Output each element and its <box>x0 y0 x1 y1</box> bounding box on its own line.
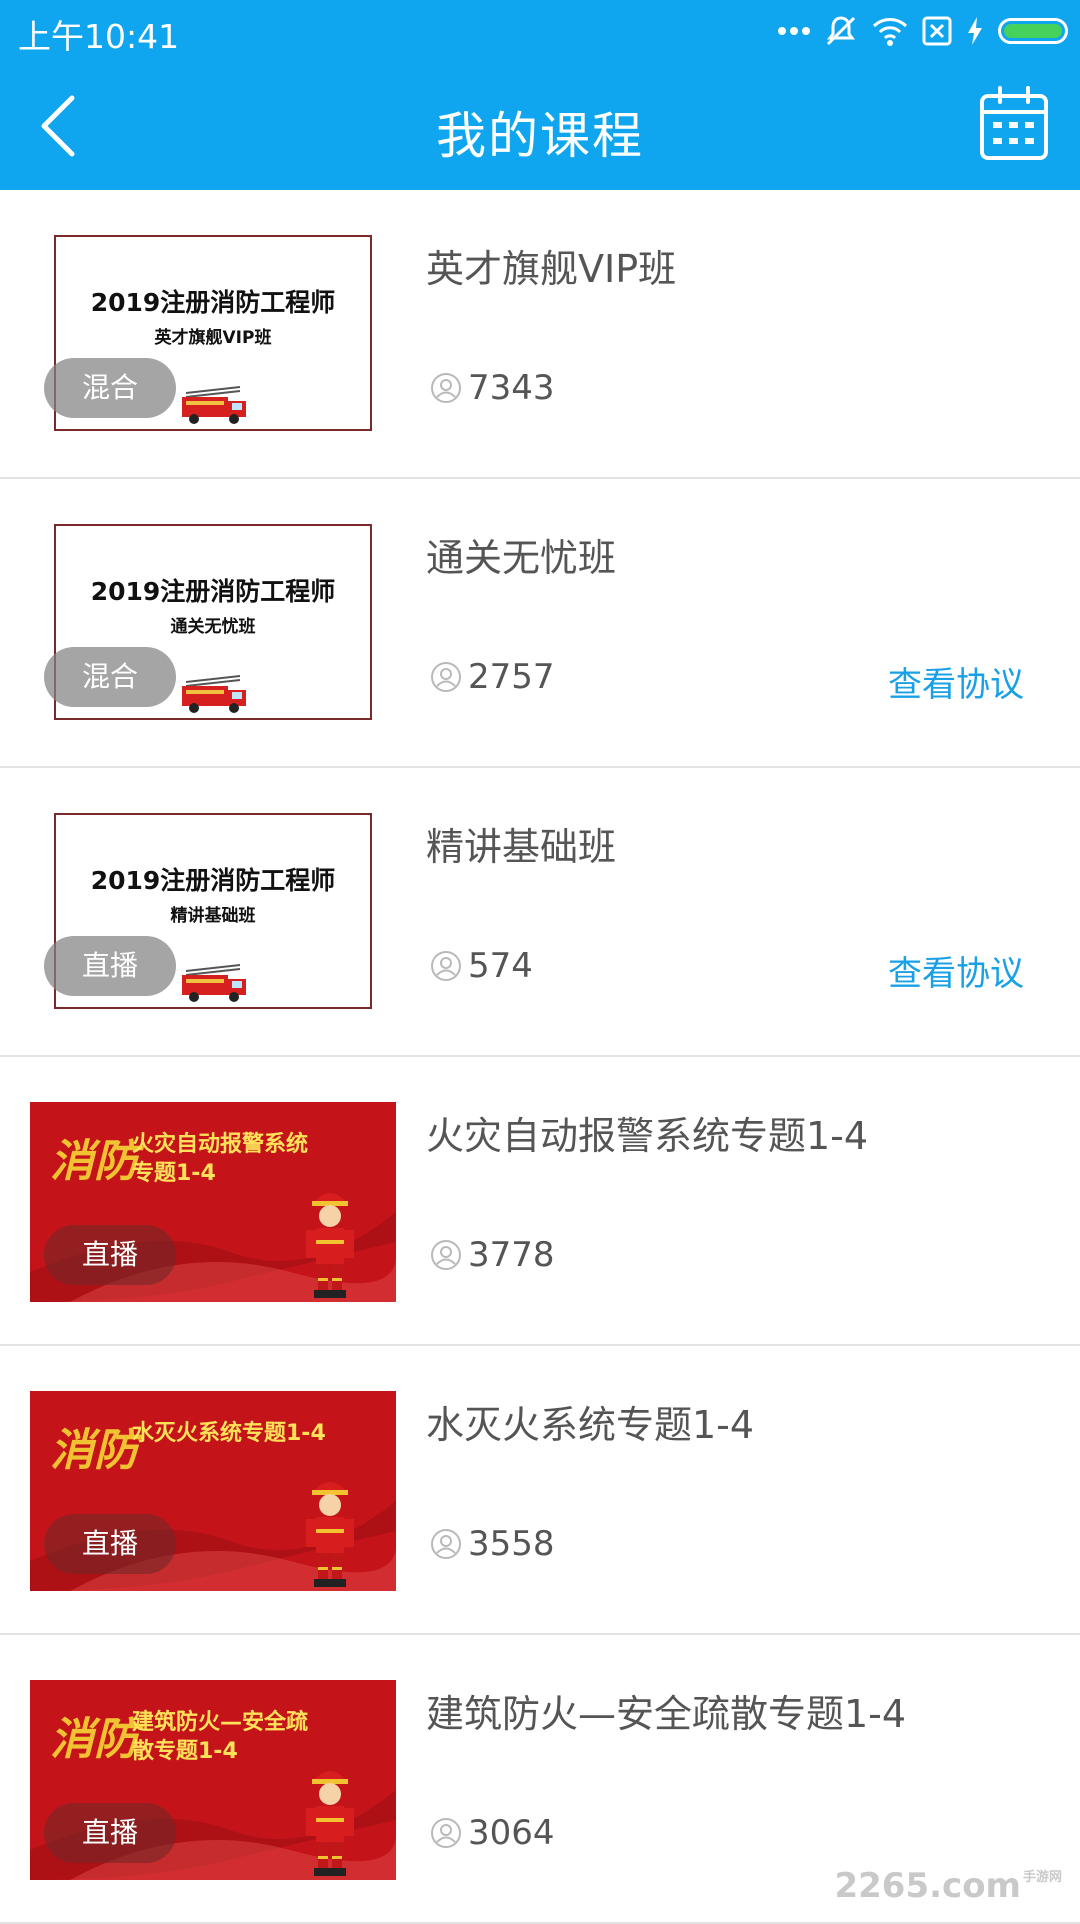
watermark-logo: 2265.com 手游网 <box>834 1866 1062 1906</box>
course-type-badge: 直播 <box>44 1514 176 1574</box>
firefighter-icon <box>306 1482 354 1587</box>
course-thumbnail: 消防 水灭火系统专题1-4 直播 <box>30 1391 396 1591</box>
status-time: 上午10:41 <box>18 17 180 56</box>
thumbnail-title: 建筑防火—安全疏 散专题1-4 <box>132 1710 309 1764</box>
learners-icon <box>431 373 461 403</box>
learner-count: 2757 <box>430 657 555 697</box>
fire-truck-icon <box>182 675 246 713</box>
status-icons <box>778 12 1068 50</box>
learner-count-value: 3558 <box>468 1524 555 1564</box>
course-list: 2019注册消防工程师 英才旗舰VIP班 混合 英才旗舰VIP班 7343 2019注册消… <box>0 190 1080 1924</box>
thumbnail-title: 2019注册消防工程师 <box>90 577 336 606</box>
mute-icon <box>824 14 858 48</box>
fire-truck-icon <box>182 386 246 424</box>
learner-count: 3778 <box>430 1235 555 1275</box>
page-title: 我的课程 <box>436 107 644 165</box>
course-type-badge: 直播 <box>44 936 176 996</box>
course-item[interactable]: 2019注册消防工程师 精讲基础班 直播 精讲基础班 574 查看协议 <box>0 768 1080 1057</box>
course-type-badge: 混合 <box>44 358 176 418</box>
learner-count: 3064 <box>430 1813 555 1853</box>
learner-count-value: 3064 <box>468 1813 555 1853</box>
charging-icon <box>966 16 984 46</box>
learners-icon <box>431 1529 461 1559</box>
learner-count: 3558 <box>430 1524 555 1564</box>
course-item[interactable]: 2019注册消防工程师 英才旗舰VIP班 混合 英才旗舰VIP班 7343 <box>0 190 1080 479</box>
course-item[interactable]: 消防 火灾自动报警系统 专题1-4 直播 火灾自动报警系统专题1-4 3778 <box>0 1057 1080 1346</box>
learner-count-value: 574 <box>468 946 533 986</box>
more-dots-icon <box>778 26 810 36</box>
thumbnail-title: 水灭火系统专题1-4 <box>132 1421 326 1446</box>
calendar-button[interactable] <box>978 86 1050 162</box>
view-agreement-link[interactable]: 查看协议 <box>888 657 1024 706</box>
learners-icon <box>431 662 461 692</box>
course-title: 建筑防火—安全疏散专题1-4 <box>426 1692 907 1736</box>
battery-icon <box>998 18 1068 44</box>
thumbnail-calligraphy: 消防 <box>50 1425 138 1476</box>
course-title: 通关无忧班 <box>426 536 617 580</box>
calendar-icon <box>980 86 1048 160</box>
thumbnail-subtitle: 通关无忧班 <box>170 617 256 637</box>
course-title: 英才旗舰VIP班 <box>426 247 677 291</box>
learner-count: 7343 <box>430 368 555 408</box>
thumbnail-calligraphy: 消防 <box>50 1714 138 1765</box>
learner-count-value: 7343 <box>468 368 555 408</box>
thumbnail-title: 2019注册消防工程师 <box>90 866 336 895</box>
learner-count-value: 2757 <box>468 657 555 697</box>
fire-truck-icon <box>182 964 246 1002</box>
firefighter-icon <box>306 1771 354 1876</box>
course-title: 水灭火系统专题1-4 <box>426 1403 755 1447</box>
course-thumbnail: 消防 建筑防火—安全疏 散专题1-4 直播 <box>30 1680 396 1880</box>
wifi-icon <box>872 16 908 46</box>
course-title: 精讲基础班 <box>426 825 617 869</box>
learners-icon <box>431 1818 461 1848</box>
thumbnail-subtitle: 精讲基础班 <box>170 906 256 926</box>
course-type-badge: 直播 <box>44 1225 176 1285</box>
learner-count: 574 <box>430 946 533 986</box>
thumbnail-calligraphy: 消防 <box>50 1136 138 1187</box>
learner-count-value: 3778 <box>468 1235 555 1275</box>
thumbnail-subtitle: 英才旗舰VIP班 <box>154 328 272 348</box>
course-title: 火灾自动报警系统专题1-4 <box>426 1114 869 1158</box>
course-item[interactable]: 2019注册消防工程师 通关无忧班 混合 通关无忧班 2757 查看协议 <box>0 479 1080 768</box>
course-type-badge: 直播 <box>44 1803 176 1863</box>
course-thumbnail: 2019注册消防工程师精讲基础班直播 <box>30 813 396 1013</box>
learners-icon <box>431 1240 461 1270</box>
status-bar: 上午10:41 <box>0 0 1080 62</box>
firefighter-icon <box>306 1193 354 1298</box>
course-thumbnail: 消防 火灾自动报警系统 专题1-4 直播 <box>30 1102 396 1302</box>
course-item[interactable]: 消防 水灭火系统专题1-4 直播 水灭火系统专题1-4 3558 <box>0 1346 1080 1635</box>
course-thumbnail: 2019注册消防工程师通关无忧班混合 <box>30 524 396 724</box>
course-thumbnail: 2019注册消防工程师英才旗舰VIP班混合 <box>30 235 396 435</box>
app-bar: 我的课程 <box>0 62 1080 190</box>
course-type-badge: 混合 <box>44 647 176 707</box>
no-sim-icon <box>922 16 952 46</box>
view-agreement-link[interactable]: 查看协议 <box>888 946 1024 995</box>
learners-icon <box>431 951 461 981</box>
thumbnail-title: 2019注册消防工程师 <box>90 288 336 317</box>
thumbnail-title: 火灾自动报警系统 专题1-4 <box>132 1132 309 1186</box>
